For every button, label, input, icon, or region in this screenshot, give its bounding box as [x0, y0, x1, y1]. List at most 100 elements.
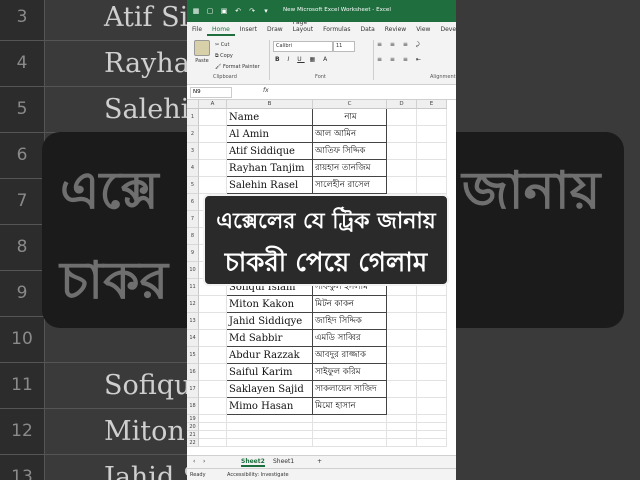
bangla-name-cell[interactable]: সাকলায়েন সাজিদ: [313, 381, 387, 398]
bangla-name-cell[interactable]: রায়হান তানজিম: [313, 160, 387, 177]
row-header[interactable]: 5: [187, 177, 199, 194]
cell[interactable]: [417, 126, 447, 143]
save-icon[interactable]: ▣: [219, 6, 229, 16]
name-cell[interactable]: Jahid Siddiqye: [227, 313, 313, 330]
bangla-name-cell[interactable]: সাইফুল করিম: [313, 364, 387, 381]
cell[interactable]: [199, 431, 227, 439]
cell[interactable]: [417, 330, 447, 347]
row-header[interactable]: 3: [187, 143, 199, 160]
sheet-tab-sheet1[interactable]: Sheet1: [273, 458, 294, 465]
row-header[interactable]: 14: [187, 330, 199, 347]
name-cell[interactable]: Saiful Karim: [227, 364, 313, 381]
cell[interactable]: [199, 160, 227, 177]
font-name-select[interactable]: Calibri: [273, 41, 333, 52]
name-cell[interactable]: Salehin Rasel: [227, 177, 313, 194]
cell[interactable]: [417, 143, 447, 160]
cell[interactable]: [417, 398, 447, 415]
bangla-name-cell[interactable]: আতিফ সিদ্দিক: [313, 143, 387, 160]
row-header[interactable]: 8: [187, 228, 199, 245]
bangla-name-cell[interactable]: [313, 439, 387, 447]
cell[interactable]: [417, 423, 447, 431]
cell[interactable]: [199, 109, 227, 126]
cell[interactable]: [387, 109, 417, 126]
autosave-icon[interactable]: ▢: [205, 6, 215, 16]
format-painter-button[interactable]: 🖌 Format Painter: [215, 62, 260, 73]
name-cell[interactable]: Al Amin: [227, 126, 313, 143]
cell[interactable]: [417, 415, 447, 423]
name-cell[interactable]: Atif Siddique: [227, 143, 313, 160]
name-box[interactable]: N9: [190, 87, 232, 98]
menu-view[interactable]: View: [411, 26, 435, 36]
bangla-name-cell[interactable]: জাহিদ সিদ্দিক: [313, 313, 387, 330]
name-cell[interactable]: Mimo Hasan: [227, 398, 313, 415]
font-format-row[interactable]: B I U ▦ A: [275, 56, 330, 63]
fx-icon[interactable]: fx: [263, 87, 269, 94]
row-header[interactable]: 2: [187, 126, 199, 143]
bangla-name-cell[interactable]: মিমো হাসান: [313, 398, 387, 415]
select-all-corner[interactable]: [187, 100, 199, 109]
undo-icon[interactable]: ↶: [233, 6, 243, 16]
bangla-name-cell[interactable]: আবদুর রাজ্জাক: [313, 347, 387, 364]
cell[interactable]: [199, 381, 227, 398]
bangla-name-cell[interactable]: মিটন কাকন: [313, 296, 387, 313]
column-header-c[interactable]: C: [313, 100, 387, 109]
menu-review[interactable]: Review: [380, 26, 411, 36]
cell[interactable]: [417, 296, 447, 313]
add-sheet-button[interactable]: +: [317, 458, 322, 465]
cell[interactable]: [387, 415, 417, 423]
bangla-name-cell[interactable]: আল আমিন: [313, 126, 387, 143]
bangla-name-cell[interactable]: নাম: [313, 109, 387, 126]
name-cell[interactable]: [227, 431, 313, 439]
cell[interactable]: [199, 415, 227, 423]
copy-button[interactable]: ⧉ Copy: [215, 51, 260, 62]
cell[interactable]: [199, 143, 227, 160]
row-header[interactable]: 20: [187, 423, 199, 431]
row-header[interactable]: 9: [187, 245, 199, 262]
menu-formulas[interactable]: Formulas: [318, 26, 355, 36]
cell[interactable]: [417, 313, 447, 330]
cell[interactable]: [417, 381, 447, 398]
menu-develo[interactable]: Develo: [435, 26, 456, 36]
column-header-a[interactable]: A: [199, 100, 227, 109]
cell[interactable]: [387, 423, 417, 431]
column-header-b[interactable]: B: [227, 100, 313, 109]
cell[interactable]: [199, 364, 227, 381]
row-header[interactable]: 18: [187, 398, 199, 415]
menu-data[interactable]: Data: [355, 26, 379, 36]
scroll-left-icon[interactable]: ‹: [193, 458, 195, 465]
cell[interactable]: [387, 160, 417, 177]
cell[interactable]: [199, 347, 227, 364]
menu-insert[interactable]: Insert: [235, 26, 262, 36]
cell[interactable]: [387, 364, 417, 381]
row-header[interactable]: 19: [187, 415, 199, 423]
row-header[interactable]: 4: [187, 160, 199, 177]
cell[interactable]: [199, 330, 227, 347]
cell[interactable]: [417, 431, 447, 439]
row-header[interactable]: 6: [187, 194, 199, 211]
row-header[interactable]: 22: [187, 439, 199, 447]
cell[interactable]: [387, 439, 417, 447]
paste-button[interactable]: Paste: [193, 40, 211, 70]
cell[interactable]: [417, 364, 447, 381]
cell[interactable]: [417, 177, 447, 194]
row-header[interactable]: 7: [187, 211, 199, 228]
row-header[interactable]: 15: [187, 347, 199, 364]
bangla-name-cell[interactable]: [313, 423, 387, 431]
cell[interactable]: [387, 431, 417, 439]
sheet-tab-sheet2[interactable]: Sheet2: [241, 458, 265, 467]
row-header[interactable]: 12: [187, 296, 199, 313]
name-cell[interactable]: Saklayen Sajid: [227, 381, 313, 398]
cell[interactable]: [199, 296, 227, 313]
cell[interactable]: [417, 439, 447, 447]
cell[interactable]: [387, 177, 417, 194]
cell[interactable]: [199, 398, 227, 415]
menu-draw[interactable]: Draw: [262, 26, 288, 36]
accessibility-status[interactable]: Accessibility: Investigate: [227, 472, 289, 478]
scroll-right-icon[interactable]: ›: [203, 458, 205, 465]
column-header-e[interactable]: E: [417, 100, 447, 109]
row-header[interactable]: 1: [187, 109, 199, 126]
name-cell[interactable]: [227, 415, 313, 423]
cell[interactable]: [387, 381, 417, 398]
cut-button[interactable]: ✂ Cut: [215, 40, 260, 51]
bangla-name-cell[interactable]: [313, 431, 387, 439]
